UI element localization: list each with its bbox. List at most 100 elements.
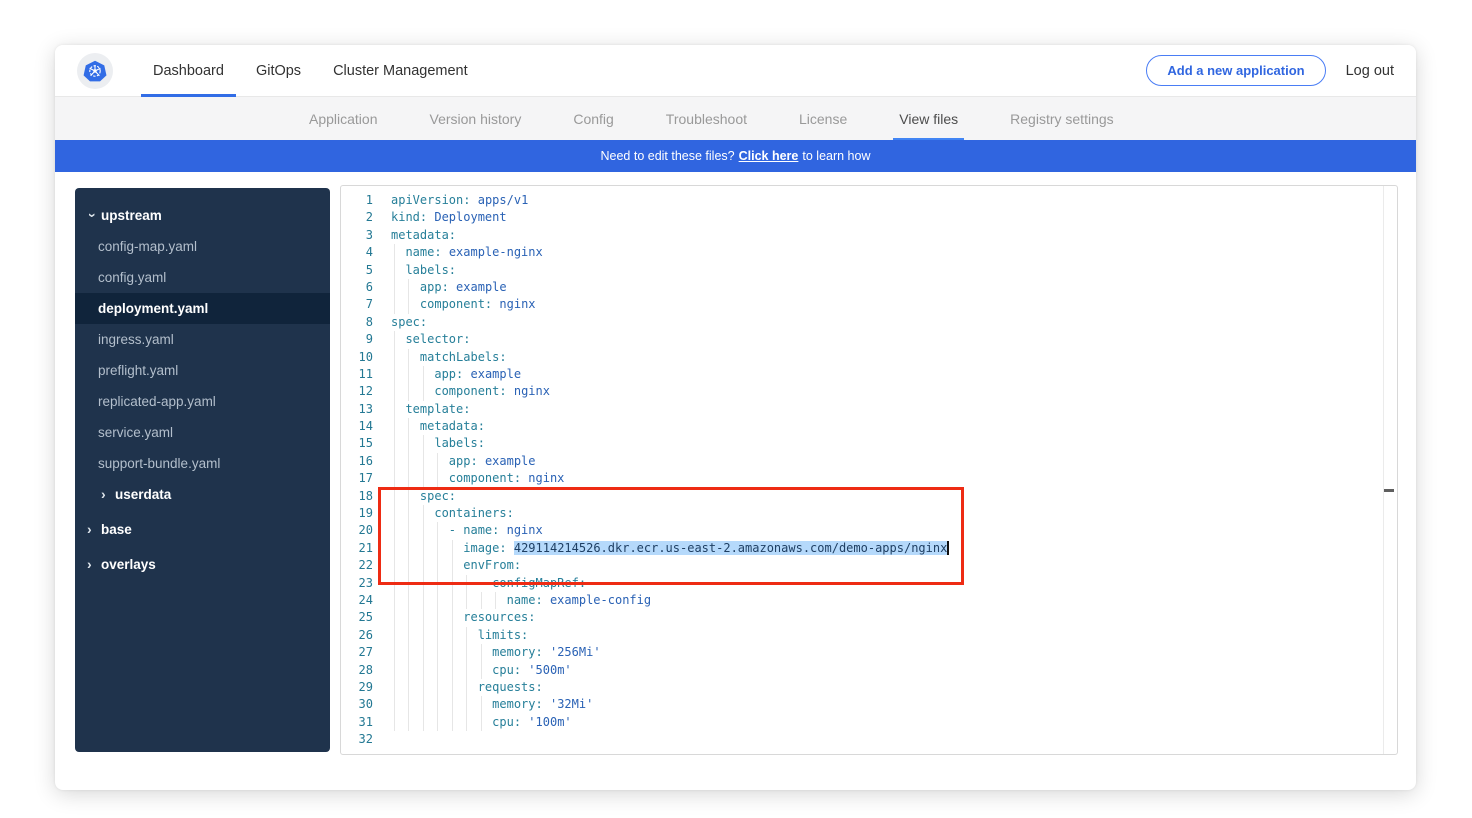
logout-link[interactable]: Log out (1346, 63, 1394, 79)
code-text: component: nginx (391, 470, 564, 487)
code-line-9[interactable]: 9 selector: (341, 331, 1397, 348)
code-text: resources: (391, 609, 536, 626)
nav-item-cluster-management[interactable]: Cluster Management (317, 45, 484, 97)
line-number: 4 (341, 244, 373, 261)
line-number: 24 (341, 592, 373, 609)
line-number: 29 (341, 679, 373, 696)
file-tree-item-replicated-app-yaml[interactable]: replicated-app.yaml (75, 386, 330, 417)
chevron-right-icon: › (101, 479, 109, 510)
tab-troubleshoot[interactable]: Troubleshoot (666, 97, 747, 140)
code-text: spec: (391, 314, 427, 331)
code-text: memory: '256Mi' (391, 644, 601, 661)
code-line-13[interactable]: 13 template: (341, 401, 1397, 418)
file-tree: ›upstreamconfig-map.yamlconfig.yamldeplo… (75, 188, 330, 752)
code-line-8[interactable]: 8spec: (341, 314, 1397, 331)
code-text: containers: (391, 505, 514, 522)
code-line-23[interactable]: 23 - configMapRef: (341, 575, 1397, 592)
code-line-21[interactable]: 21 image: 429114214526.dkr.ecr.us-east-2… (341, 540, 1397, 557)
tab-config[interactable]: Config (573, 97, 613, 140)
nav-item-gitops[interactable]: GitOps (240, 45, 317, 97)
code-text: limits: (391, 627, 528, 644)
code-line-20[interactable]: 20 - name: nginx (341, 522, 1397, 539)
line-number: 31 (341, 714, 373, 731)
yaml-value: example (456, 280, 507, 294)
code-line-31[interactable]: 31 cpu: '100m' (341, 714, 1397, 731)
code-text: image: 429114214526.dkr.ecr.us-east-2.am… (391, 540, 949, 557)
code-line-5[interactable]: 5 labels: (341, 262, 1397, 279)
code-line-26[interactable]: 26 limits: (341, 627, 1397, 644)
code-line-10[interactable]: 10 matchLabels: (341, 349, 1397, 366)
code-line-24[interactable]: 24 name: example-config (341, 592, 1397, 609)
overview-ruler-cursor-marker (1384, 489, 1394, 492)
code-text: labels: (391, 435, 485, 452)
line-number: 30 (341, 696, 373, 713)
code-text: name: example-nginx (391, 244, 543, 261)
chevron-right-icon: › (87, 514, 95, 545)
chevron-down-icon: › (77, 213, 108, 221)
file-tree-item-preflight-yaml[interactable]: preflight.yaml (75, 355, 330, 386)
yaml-value: '500m' (528, 663, 571, 677)
code-editor[interactable]: 1apiVersion: apps/v12kind: Deployment3me… (340, 185, 1398, 755)
code-line-27[interactable]: 27 memory: '256Mi' (341, 644, 1397, 661)
file-tree-item-base[interactable]: ›base (75, 514, 330, 545)
add-application-button[interactable]: Add a new application (1146, 55, 1325, 86)
code-line-17[interactable]: 17 component: nginx (341, 470, 1397, 487)
code-line-25[interactable]: 25 resources: (341, 609, 1397, 626)
line-number: 25 (341, 609, 373, 626)
line-number: 10 (341, 349, 373, 366)
code-line-18[interactable]: 18 spec: (341, 488, 1397, 505)
line-number: 9 (341, 331, 373, 348)
tab-application[interactable]: Application (309, 97, 378, 140)
line-number: 28 (341, 662, 373, 679)
nav-item-dashboard[interactable]: Dashboard (137, 45, 240, 97)
code-line-28[interactable]: 28 cpu: '500m' (341, 662, 1397, 679)
code-line-7[interactable]: 7 component: nginx (341, 296, 1397, 313)
code-text: component: nginx (391, 383, 550, 400)
file-tree-item-ingress-yaml[interactable]: ingress.yaml (75, 324, 330, 355)
yaml-value: nginx (507, 523, 543, 537)
file-label: config.yaml (98, 270, 166, 285)
code-line-29[interactable]: 29 requests: (341, 679, 1397, 696)
tab-registry-settings[interactable]: Registry settings (1010, 97, 1113, 140)
yaml-value: nginx (514, 384, 550, 398)
file-label: upstream (101, 208, 162, 223)
line-number: 11 (341, 366, 373, 383)
code-line-1[interactable]: 1apiVersion: apps/v1 (341, 192, 1397, 209)
code-line-4[interactable]: 4 name: example-nginx (341, 244, 1397, 261)
file-tree-item-config-yaml[interactable]: config.yaml (75, 262, 330, 293)
code-line-11[interactable]: 11 app: example (341, 366, 1397, 383)
file-label: service.yaml (98, 425, 173, 440)
app-window: DashboardGitOpsCluster Management Add a … (55, 45, 1416, 790)
file-tree-item-deployment-yaml[interactable]: deployment.yaml (75, 293, 330, 324)
code-line-15[interactable]: 15 labels: (341, 435, 1397, 452)
tab-license[interactable]: License (799, 97, 847, 140)
file-tree-item-support-bundle-yaml[interactable]: support-bundle.yaml (75, 448, 330, 479)
banner-click-here-link[interactable]: Click here (739, 149, 799, 163)
tab-version-history[interactable]: Version history (430, 97, 522, 140)
code-line-16[interactable]: 16 app: example (341, 453, 1397, 470)
file-tree-item-config-map-yaml[interactable]: config-map.yaml (75, 231, 330, 262)
code-line-32[interactable]: 32 (341, 731, 1397, 748)
file-tree-item-userdata[interactable]: ›userdata (75, 479, 330, 510)
code-text: template: (391, 401, 470, 418)
code-line-12[interactable]: 12 component: nginx (341, 383, 1397, 400)
code-text: spec: (391, 488, 456, 505)
code-text: - name: nginx (391, 522, 543, 539)
file-tree-item-upstream[interactable]: ›upstream (75, 200, 330, 231)
code-line-3[interactable]: 3metadata: (341, 227, 1397, 244)
file-tree-item-overlays[interactable]: ›overlays (75, 549, 330, 580)
file-label: replicated-app.yaml (98, 394, 216, 409)
code-text: envFrom: (391, 557, 521, 574)
code-line-6[interactable]: 6 app: example (341, 279, 1397, 296)
tab-view-files[interactable]: View files (899, 97, 958, 140)
code-line-2[interactable]: 2kind: Deployment (341, 209, 1397, 226)
code-line-14[interactable]: 14 metadata: (341, 418, 1397, 435)
code-line-30[interactable]: 30 memory: '32Mi' (341, 696, 1397, 713)
editor-scrollbar-track[interactable] (1383, 186, 1384, 754)
code-line-19[interactable]: 19 containers: (341, 505, 1397, 522)
yaml-value: '100m' (528, 715, 571, 729)
file-tree-item-service-yaml[interactable]: service.yaml (75, 417, 330, 448)
yaml-value: example (485, 454, 536, 468)
banner-text-prefix: Need to edit these files? (601, 149, 735, 163)
code-line-22[interactable]: 22 envFrom: (341, 557, 1397, 574)
